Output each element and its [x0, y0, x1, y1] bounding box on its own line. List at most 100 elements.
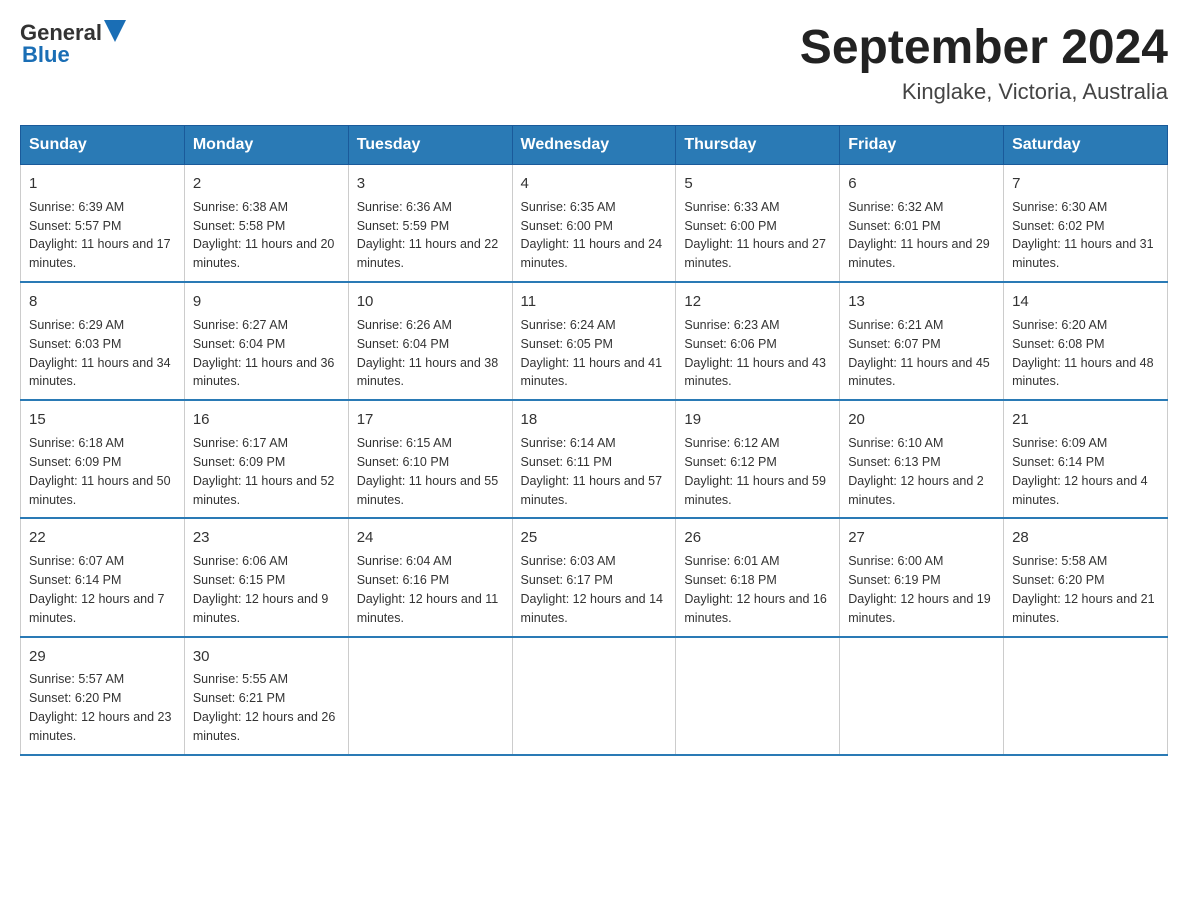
- day-info: Sunrise: 6:30 AMSunset: 6:02 PMDaylight:…: [1012, 200, 1154, 271]
- day-info: Sunrise: 6:12 AMSunset: 6:12 PMDaylight:…: [684, 436, 826, 507]
- day-number: 20: [848, 409, 995, 431]
- calendar-cell: 25 Sunrise: 6:03 AMSunset: 6:17 PMDayligh…: [512, 518, 676, 636]
- subtitle: Kinglake, Victoria, Australia: [800, 79, 1168, 105]
- day-info: Sunrise: 6:33 AMSunset: 6:00 PMDaylight:…: [684, 200, 826, 271]
- day-info: Sunrise: 6:15 AMSunset: 6:10 PMDaylight:…: [357, 436, 499, 507]
- calendar-cell: [840, 637, 1004, 755]
- day-info: Sunrise: 6:18 AMSunset: 6:09 PMDaylight:…: [29, 436, 171, 507]
- calendar-cell: 24 Sunrise: 6:04 AMSunset: 6:16 PMDayligh…: [348, 518, 512, 636]
- day-number: 26: [684, 527, 831, 549]
- week-row-1: 1 Sunrise: 6:39 AMSunset: 5:57 PMDaylight…: [21, 165, 1168, 283]
- calendar-cell: 17 Sunrise: 6:15 AMSunset: 6:10 PMDayligh…: [348, 400, 512, 518]
- day-header-sunday: Sunday: [21, 126, 185, 165]
- day-number: 13: [848, 291, 995, 313]
- calendar-cell: 10 Sunrise: 6:26 AMSunset: 6:04 PMDayligh…: [348, 282, 512, 400]
- day-number: 8: [29, 291, 176, 313]
- day-number: 17: [357, 409, 504, 431]
- day-header-monday: Monday: [184, 126, 348, 165]
- page-header: General Blue September 2024 Kinglake, Vi…: [20, 20, 1168, 105]
- calendar-cell: [348, 637, 512, 755]
- day-header-friday: Friday: [840, 126, 1004, 165]
- day-info: Sunrise: 6:26 AMSunset: 6:04 PMDaylight:…: [357, 318, 499, 389]
- calendar-cell: 5Sunrise: 6:33 AMSunset: 6:00 PMDaylight…: [676, 165, 840, 283]
- day-number: 30: [193, 646, 340, 668]
- day-number: 4: [521, 173, 668, 195]
- calendar-cell: 12 Sunrise: 6:23 AMSunset: 6:06 PMDayligh…: [676, 282, 840, 400]
- calendar-cell: 26 Sunrise: 6:01 AMSunset: 6:18 PMDayligh…: [676, 518, 840, 636]
- calendar-cell: 23 Sunrise: 6:06 AMSunset: 6:15 PMDayligh…: [184, 518, 348, 636]
- calendar-cell: 7 Sunrise: 6:30 AMSunset: 6:02 PMDaylight…: [1004, 165, 1168, 283]
- calendar-cell: 3Sunrise: 6:36 AMSunset: 5:59 PMDaylight…: [348, 165, 512, 283]
- calendar-cell: 29 Sunrise: 5:57 AMSunset: 6:20 PMDayligh…: [21, 637, 185, 755]
- day-info: Sunrise: 6:00 AMSunset: 6:19 PMDaylight:…: [848, 554, 990, 625]
- day-number: 19: [684, 409, 831, 431]
- day-info: Sunrise: 6:39 AMSunset: 5:57 PMDaylight:…: [29, 200, 171, 271]
- day-info: Sunrise: 6:29 AMSunset: 6:03 PMDaylight:…: [29, 318, 171, 389]
- day-info: Sunrise: 6:06 AMSunset: 6:15 PMDaylight:…: [193, 554, 329, 625]
- calendar-cell: 20Sunrise: 6:10 AMSunset: 6:13 PMDayligh…: [840, 400, 1004, 518]
- day-number: 28: [1012, 527, 1159, 549]
- day-info: Sunrise: 6:35 AMSunset: 6:00 PMDaylight:…: [521, 200, 663, 271]
- day-number: 6: [848, 173, 995, 195]
- days-header-row: SundayMondayTuesdayWednesdayThursdayFrid…: [21, 126, 1168, 165]
- calendar-cell: 1 Sunrise: 6:39 AMSunset: 5:57 PMDaylight…: [21, 165, 185, 283]
- week-row-2: 8 Sunrise: 6:29 AMSunset: 6:03 PMDaylight…: [21, 282, 1168, 400]
- day-number: 16: [193, 409, 340, 431]
- day-number: 25: [521, 527, 668, 549]
- day-number: 10: [357, 291, 504, 313]
- day-number: 1: [29, 173, 176, 195]
- calendar-cell: [1004, 637, 1168, 755]
- day-info: Sunrise: 6:23 AMSunset: 6:06 PMDaylight:…: [684, 318, 826, 389]
- calendar-cell: 27 Sunrise: 6:00 AMSunset: 6:19 PMDayligh…: [840, 518, 1004, 636]
- calendar-cell: 14 Sunrise: 6:20 AMSunset: 6:08 PMDayligh…: [1004, 282, 1168, 400]
- day-number: 23: [193, 527, 340, 549]
- day-number: 29: [29, 646, 176, 668]
- day-number: 12: [684, 291, 831, 313]
- day-info: Sunrise: 6:07 AMSunset: 6:14 PMDaylight:…: [29, 554, 165, 625]
- day-info: Sunrise: 6:14 AMSunset: 6:11 PMDaylight:…: [521, 436, 663, 507]
- day-info: Sunrise: 6:27 AMSunset: 6:04 PMDaylight:…: [193, 318, 335, 389]
- day-info: Sunrise: 6:01 AMSunset: 6:18 PMDaylight:…: [684, 554, 826, 625]
- calendar-cell: 13 Sunrise: 6:21 AMSunset: 6:07 PMDayligh…: [840, 282, 1004, 400]
- day-info: Sunrise: 6:20 AMSunset: 6:08 PMDaylight:…: [1012, 318, 1154, 389]
- day-number: 22: [29, 527, 176, 549]
- calendar-cell: 28 Sunrise: 5:58 AMSunset: 6:20 PMDayligh…: [1004, 518, 1168, 636]
- day-number: 24: [357, 527, 504, 549]
- day-info: Sunrise: 5:57 AMSunset: 6:20 PMDaylight:…: [29, 672, 171, 743]
- day-number: 21: [1012, 409, 1159, 431]
- day-info: Sunrise: 6:09 AMSunset: 6:14 PMDaylight:…: [1012, 436, 1148, 507]
- day-info: Sunrise: 6:04 AMSunset: 6:16 PMDaylight:…: [357, 554, 499, 625]
- day-info: Sunrise: 6:32 AMSunset: 6:01 PMDaylight:…: [848, 200, 990, 271]
- calendar-cell: 4 Sunrise: 6:35 AMSunset: 6:00 PMDaylight…: [512, 165, 676, 283]
- calendar-cell: 6 Sunrise: 6:32 AMSunset: 6:01 PMDaylight…: [840, 165, 1004, 283]
- calendar-cell: 16 Sunrise: 6:17 AMSunset: 6:09 PMDayligh…: [184, 400, 348, 518]
- calendar-cell: 21 Sunrise: 6:09 AMSunset: 6:14 PMDayligh…: [1004, 400, 1168, 518]
- day-info: Sunrise: 6:03 AMSunset: 6:17 PMDaylight:…: [521, 554, 663, 625]
- calendar-cell: [512, 637, 676, 755]
- calendar-cell: 8 Sunrise: 6:29 AMSunset: 6:03 PMDaylight…: [21, 282, 185, 400]
- day-info: Sunrise: 6:38 AMSunset: 5:58 PMDaylight:…: [193, 200, 335, 271]
- main-title: September 2024: [800, 20, 1168, 75]
- logo-triangle-icon: [104, 20, 126, 42]
- day-info: Sunrise: 5:58 AMSunset: 6:20 PMDaylight:…: [1012, 554, 1154, 625]
- calendar-cell: 2 Sunrise: 6:38 AMSunset: 5:58 PMDaylight…: [184, 165, 348, 283]
- day-number: 18: [521, 409, 668, 431]
- day-header-tuesday: Tuesday: [348, 126, 512, 165]
- day-info: Sunrise: 6:17 AMSunset: 6:09 PMDaylight:…: [193, 436, 335, 507]
- calendar-cell: [676, 637, 840, 755]
- day-number: 14: [1012, 291, 1159, 313]
- day-info: Sunrise: 6:21 AMSunset: 6:07 PMDaylight:…: [848, 318, 990, 389]
- calendar-table: SundayMondayTuesdayWednesdayThursdayFrid…: [20, 125, 1168, 756]
- day-number: 2: [193, 173, 340, 195]
- week-row-4: 22 Sunrise: 6:07 AMSunset: 6:14 PMDayligh…: [21, 518, 1168, 636]
- title-block: September 2024 Kinglake, Victoria, Austr…: [800, 20, 1168, 105]
- day-number: 27: [848, 527, 995, 549]
- calendar-cell: 11Sunrise: 6:24 AMSunset: 6:05 PMDayligh…: [512, 282, 676, 400]
- logo-text-blue: Blue: [22, 42, 70, 68]
- calendar-cell: 22 Sunrise: 6:07 AMSunset: 6:14 PMDayligh…: [21, 518, 185, 636]
- day-info: Sunrise: 6:24 AMSunset: 6:05 PMDaylight:…: [521, 318, 663, 389]
- logo: General Blue: [20, 20, 126, 68]
- day-number: 3: [357, 173, 504, 195]
- calendar-cell: 15Sunrise: 6:18 AMSunset: 6:09 PMDayligh…: [21, 400, 185, 518]
- day-number: 7: [1012, 173, 1159, 195]
